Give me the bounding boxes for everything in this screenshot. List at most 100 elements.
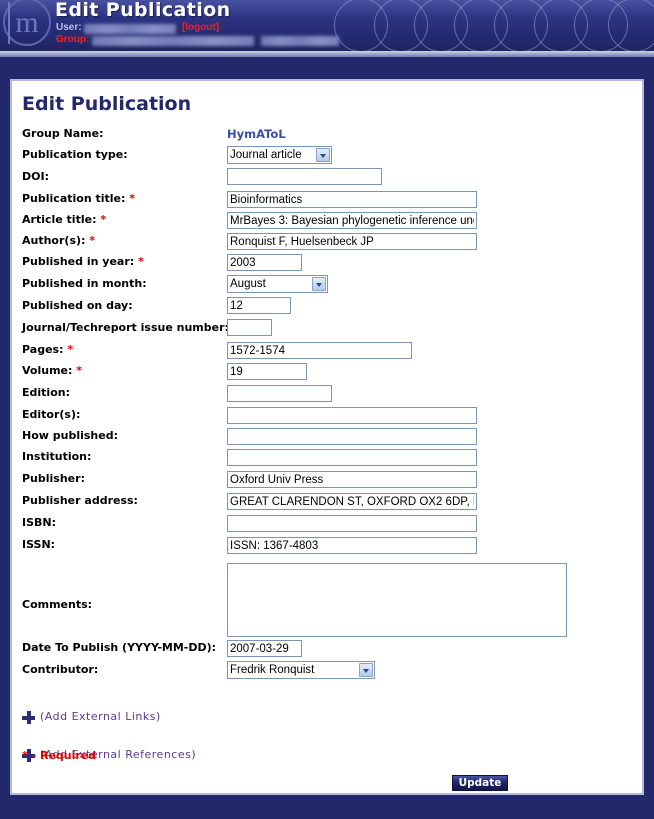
label-edition: Edition: [22, 386, 70, 399]
field-publication-title [227, 191, 477, 208]
add-external-references-row[interactable]: (Add External References) [22, 747, 632, 777]
add-external-links-row[interactable]: (Add External Links) [22, 709, 632, 739]
field-published-day [227, 297, 291, 314]
site-logo: m [3, 0, 51, 46]
label-date-to-publish: Date To Publish (YYYY-MM-DD): [22, 641, 217, 654]
group-role-redacted: (█████████████) [260, 36, 339, 46]
form-row-editors: Editor(s): [22, 407, 632, 429]
page-title: Edit Publication [22, 93, 192, 115]
label-article-title: Article title: * [22, 213, 106, 226]
contributor-select-wrap: Fredrik Ronquist [227, 661, 375, 679]
form-row-isbn: ISBN: [22, 515, 632, 538]
required-marker: * [138, 255, 144, 268]
field-isbn [227, 515, 477, 532]
field-editors [227, 407, 477, 424]
logout-link[interactable]: [logout] [182, 22, 219, 33]
publication-type-select-wrap: Journal article [227, 146, 332, 164]
decorative-circle [574, 0, 628, 51]
logo-accent-bar [8, 2, 10, 44]
field-publication-type: Journal article [227, 146, 332, 164]
label-contributor: Contributor: [22, 663, 99, 676]
decorative-circle [454, 0, 508, 51]
label-published-day: Published on day: [22, 299, 133, 312]
form-row-issn: ISSN: [22, 537, 632, 560]
published-day-input[interactable] [227, 297, 291, 314]
publication-type-select[interactable]: Journal article [227, 146, 332, 164]
required-marker: * [100, 213, 107, 226]
label-published-year: Published in year: * [22, 255, 144, 268]
label-text-pages: Pages: [22, 343, 64, 356]
publisher-address-input[interactable] [227, 493, 477, 510]
label-published-month: Published in month: [22, 277, 147, 290]
form-row-comments: Comments: [22, 560, 632, 641]
label-text-authors: Author(s): [22, 234, 86, 247]
label-comments: Comments: [22, 598, 93, 611]
label-issn: ISSN: [22, 538, 56, 551]
date-to-publish-input[interactable] [227, 640, 302, 657]
required-marker: * [76, 364, 83, 377]
label-publisher: Publisher: [22, 472, 85, 485]
comments-textarea[interactable] [227, 563, 567, 637]
doi-input[interactable] [227, 168, 382, 185]
pages-input[interactable] [227, 342, 412, 359]
group-label: Group: [56, 34, 90, 45]
form-row-date-to-publish: Date To Publish (YYYY-MM-DD): [22, 640, 632, 663]
form-row-group-name: Group Name: HymAToL [22, 127, 632, 148]
editors-input[interactable] [227, 407, 477, 424]
header-divider [0, 51, 654, 57]
label-text-published-year: Published in year: [22, 255, 135, 268]
institution-input[interactable] [227, 449, 477, 466]
field-pages [227, 342, 412, 359]
label-doi: DOI: [22, 170, 49, 183]
issn-input[interactable] [227, 537, 477, 554]
form-row-institution: Institution: [22, 449, 632, 472]
issue-number-input[interactable] [227, 319, 272, 336]
form-row-pages: Pages: * [22, 342, 632, 364]
field-published-year [227, 254, 302, 271]
form-row-article-title: Article title: * [22, 212, 632, 234]
decorative-circle [374, 0, 428, 51]
publication-title-input[interactable] [227, 191, 477, 208]
label-issue-number: Journal/Techreport issue number: [22, 321, 229, 334]
decorative-circle [534, 0, 588, 51]
contributor-select[interactable]: Fredrik Ronquist [227, 661, 375, 679]
plus-icon [22, 711, 35, 724]
decorative-circle [608, 0, 654, 51]
form-row-published-day: Published on day: [22, 297, 632, 321]
label-institution: Institution: [22, 450, 92, 463]
form-row-volume: Volume: * [22, 363, 632, 386]
field-published-month: August [227, 275, 328, 293]
edition-input[interactable] [227, 385, 332, 402]
add-external-links-label[interactable]: (Add External Links) [40, 710, 161, 723]
user-name-redacted: ██████ ████ [84, 24, 177, 34]
form-row-contributor: Contributor: Fredrik Ronquist [22, 661, 632, 687]
published-year-input[interactable] [227, 254, 302, 271]
authors-input[interactable] [227, 233, 477, 250]
volume-input[interactable] [227, 363, 307, 380]
required-legend: * - Required [22, 749, 97, 762]
field-publisher-address [227, 493, 477, 510]
group-info-row: Group: █████████ █████████████ (████████… [56, 34, 339, 46]
field-edition [227, 385, 332, 402]
label-text-publication-title: Publication title: [22, 192, 126, 205]
label-pages: Pages: * [22, 343, 73, 356]
how-published-input[interactable] [227, 428, 477, 445]
article-title-input[interactable] [227, 212, 477, 229]
site-header: m Edit Publication User: ██████ ████ [lo… [0, 0, 654, 51]
label-publication-title: Publication title: * [22, 192, 135, 205]
update-button[interactable]: Update [452, 775, 508, 791]
label-authors: Author(s): * [22, 234, 95, 247]
form-row-how-published: How published: [22, 428, 632, 450]
label-how-published: How published: [22, 429, 118, 442]
isbn-input[interactable] [227, 515, 477, 532]
publisher-input[interactable] [227, 471, 477, 488]
page-title-header: Edit Publication [55, 0, 231, 21]
edit-publication-form: Group Name: HymAToL Publication type: Jo… [22, 127, 632, 777]
form-row-published-month: Published in month: August [22, 275, 632, 299]
label-publication-type: Publication type: [22, 148, 128, 161]
published-month-select[interactable]: August [227, 275, 328, 293]
form-row-issue-number: Journal/Techreport issue number: [22, 319, 632, 343]
form-row-publisher-address: Publisher address: [22, 493, 632, 516]
field-issue-number [227, 319, 272, 336]
label-publisher-address: Publisher address: [22, 494, 138, 507]
